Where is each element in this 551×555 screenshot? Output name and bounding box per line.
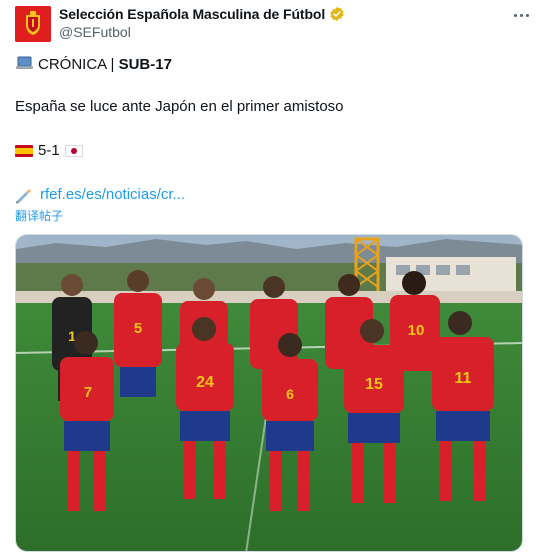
svg-text:7: 7	[84, 384, 92, 401]
tweet-photo[interactable]: 1 5 9 1	[15, 234, 523, 552]
translate-post-link[interactable]: 翻译帖子	[15, 207, 63, 224]
svg-text:6: 6	[286, 386, 294, 402]
account-avatar[interactable]	[15, 6, 51, 42]
account-handle[interactable]: @SEFutbol	[59, 24, 131, 40]
category-label: SUB-17	[118, 56, 172, 73]
svg-text:10: 10	[408, 322, 425, 339]
svg-text:11: 11	[455, 370, 472, 387]
svg-text:15: 15	[365, 376, 383, 393]
svg-text:24: 24	[196, 374, 214, 391]
rfef-crest-icon	[15, 6, 51, 42]
spain-flag-icon	[15, 145, 33, 157]
svg-text:5: 5	[134, 320, 142, 337]
tweet-line-cronica: CRÓNICA | SUB-17	[15, 55, 172, 75]
article-link[interactable]: rfef.es/es/noticias/cr...	[40, 185, 185, 205]
cronica-label: CRÓNICA |	[38, 56, 119, 73]
team-photo-image: 1 5 9 1	[16, 235, 522, 551]
tweet-score-line: 5-1	[15, 141, 83, 161]
writing-hand-emoji-icon	[16, 188, 31, 204]
tweet-link-line: rfef.es/es/noticias/cr...	[15, 185, 185, 205]
more-options-icon[interactable]	[509, 6, 533, 24]
display-name[interactable]: Selección Española Masculina de Fútbol	[59, 6, 325, 22]
tweet-header: Selección Española Masculina de Fútbol @…	[0, 0, 551, 52]
laptop-emoji-icon	[16, 56, 33, 69]
japan-flag-icon	[64, 145, 83, 157]
tweet-headline: España se luce ante Japón en el primer a…	[15, 98, 344, 115]
verified-badge-icon	[330, 6, 344, 22]
match-score: 5-1	[38, 142, 60, 159]
